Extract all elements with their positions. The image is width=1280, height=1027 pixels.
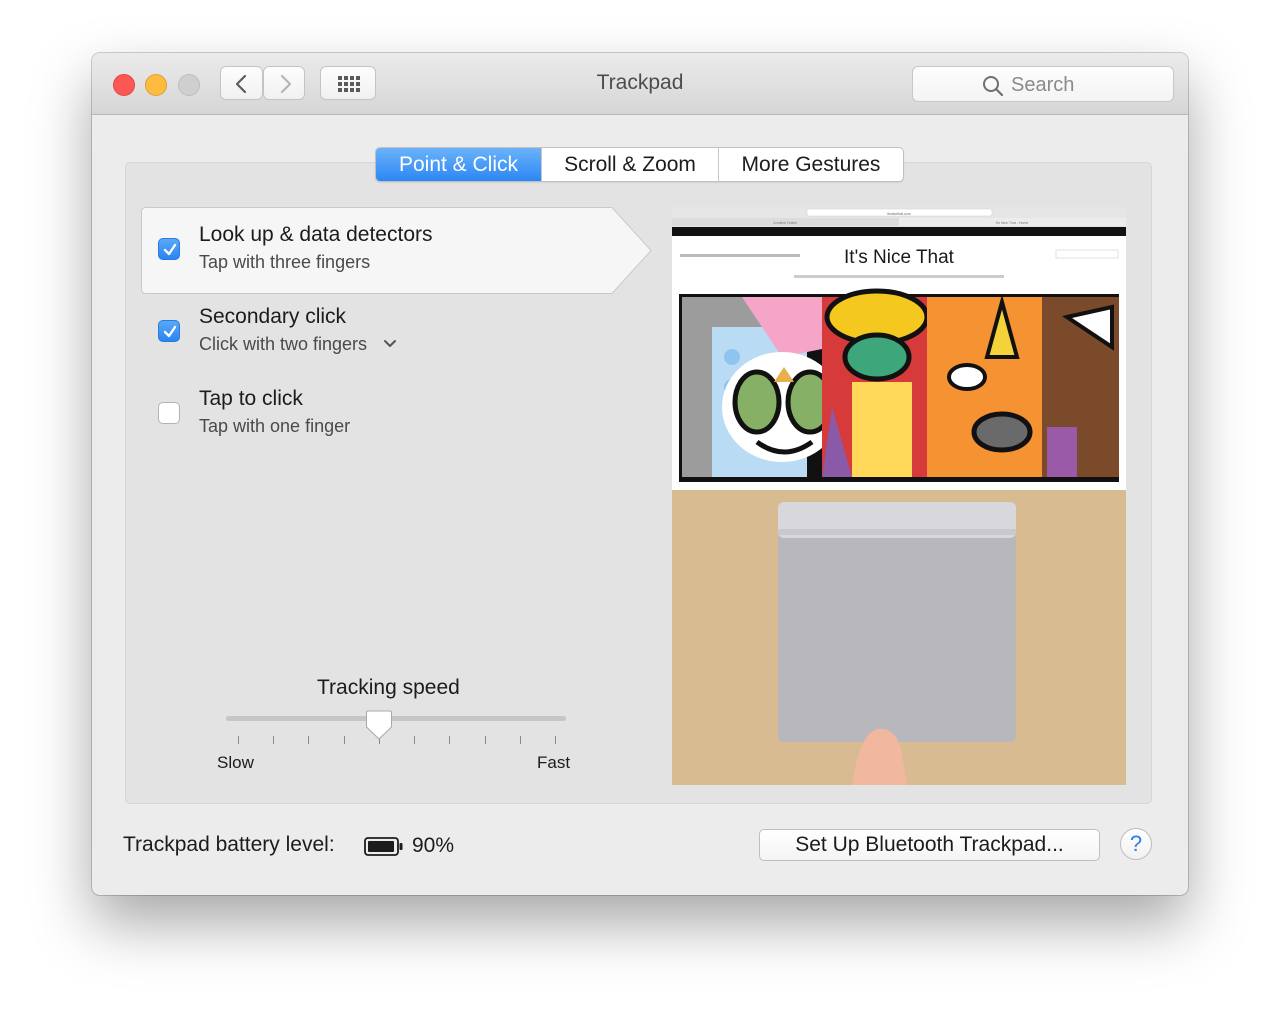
preview-tab-right: It's Nice That - Home: [996, 221, 1029, 225]
tracking-speed-slider[interactable]: [226, 716, 566, 721]
preview-site-logo: It's Nice That: [844, 247, 955, 268]
search-placeholder: Search: [1011, 74, 1075, 96]
slow-label: Slow: [217, 753, 254, 772]
slider-tick: [273, 736, 275, 744]
option-title: Tap to click: [199, 387, 303, 410]
title-bar: Trackpad Search: [92, 53, 1188, 115]
option-row-lookup[interactable]: [141, 207, 653, 294]
checkmark-icon: [163, 325, 177, 338]
slider-tick: [343, 736, 345, 744]
slider-tick: [308, 736, 310, 744]
preview-url: itsnicethat.com: [887, 212, 910, 216]
help-button[interactable]: ?: [1120, 828, 1152, 860]
lookup-checkbox[interactable]: [158, 238, 180, 260]
gesture-preview-video: itsnicethat.com Creative Online It's Nic…: [672, 207, 1126, 785]
tab-bar: Point & Click Scroll & Zoom More Gesture…: [375, 147, 904, 182]
slider-tick: [414, 736, 416, 744]
fast-label: Fast: [537, 753, 571, 772]
slider-tick: [484, 736, 486, 744]
tap-to-click-checkbox[interactable]: [158, 402, 180, 424]
option-title: Look up & data detectors: [199, 223, 433, 246]
slider-tick: [555, 736, 556, 744]
slider-thumb[interactable]: [365, 709, 393, 741]
checkmark-icon: [163, 243, 177, 256]
tab-more-gestures[interactable]: More Gestures: [719, 148, 903, 181]
search-icon: [983, 76, 1004, 97]
search-field[interactable]: Search: [912, 66, 1174, 102]
battery-icon: [364, 837, 403, 856]
battery-level-label: Trackpad battery level:: [123, 833, 335, 856]
option-subtitle: Tap with one finger: [199, 416, 351, 436]
slider-tick: [238, 736, 239, 744]
option-subtitle: Click with two fingers: [199, 334, 368, 354]
secondary-click-checkbox[interactable]: [158, 320, 180, 342]
tab-point-click[interactable]: Point & Click: [376, 148, 542, 181]
tab-scroll-zoom[interactable]: Scroll & Zoom: [542, 148, 719, 181]
preview-tab-left: Creative Online: [773, 221, 797, 225]
option-title: Secondary click: [199, 305, 347, 328]
row-selection-background: [141, 207, 652, 294]
battery-level-value: 90%: [412, 834, 455, 857]
preferences-window: Trackpad Search Point & Click Scroll & Z…: [92, 53, 1188, 895]
preview-image: itsnicethat.com Creative Online It's Nic…: [672, 207, 1126, 785]
option-subtitle: Tap with three fingers: [199, 252, 371, 272]
setup-bluetooth-trackpad-button[interactable]: Set Up Bluetooth Trackpad...: [759, 829, 1100, 861]
chevron-down-icon: [384, 340, 397, 347]
tracking-speed-label: Tracking speed: [317, 676, 460, 699]
slider-tick: [519, 736, 521, 744]
secondary-click-popup[interactable]: Click with two fingers: [199, 334, 398, 355]
slider-tick: [449, 736, 451, 744]
